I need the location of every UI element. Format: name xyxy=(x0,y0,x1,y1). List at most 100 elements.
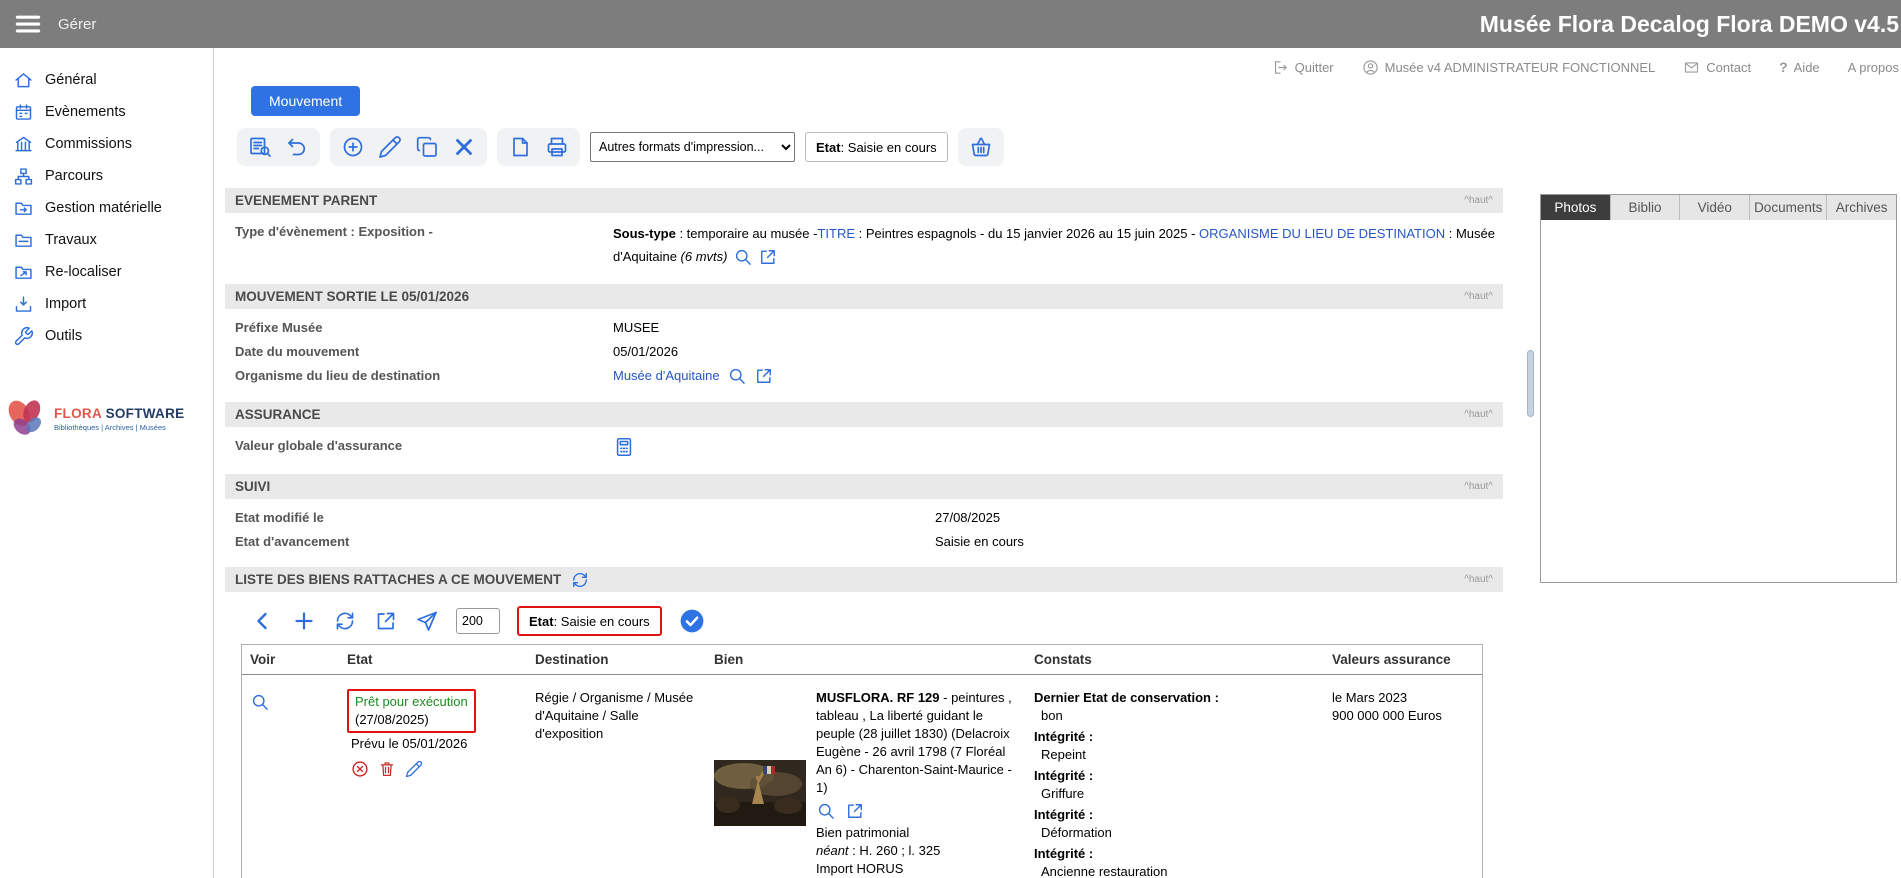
add-icon[interactable] xyxy=(341,135,365,159)
wrench-icon xyxy=(13,326,34,347)
sidebar-item-parcours[interactable]: Parcours xyxy=(0,160,213,192)
tab-video[interactable]: Vidéo xyxy=(1680,195,1750,220)
haut-link[interactable]: ^haut^ xyxy=(1464,409,1493,420)
col-header-voir: Voir xyxy=(242,652,339,667)
organisme-destination-link[interactable]: ORGANISME DU LIEU DE DESTINATION xyxy=(1199,226,1445,241)
folder-move-icon xyxy=(13,262,34,283)
etat-avancement-label: Etat d'avancement xyxy=(235,532,935,551)
open-record-icon[interactable] xyxy=(758,247,778,267)
menu-label[interactable]: Gérer xyxy=(58,16,96,33)
etat-filter-chip: Etat : Saisie en cours xyxy=(517,606,662,636)
sidebar-item-travaux[interactable]: Travaux xyxy=(0,224,213,256)
search-icon[interactable] xyxy=(816,801,836,821)
open-record-icon[interactable] xyxy=(845,801,865,821)
section-header-evenement-parent: EVENEMENT PARENT ^haut^ xyxy=(225,188,1503,213)
flora-logo-text: FLORA SOFTWARE xyxy=(54,406,184,421)
sidebar-item-outils[interactable]: Outils xyxy=(0,320,213,352)
table-row: Prêt pour exécution (27/08/2025) Prévu l… xyxy=(242,675,1482,878)
bien-cell: MUSFLORA. RF 129 - peintures , tableau ,… xyxy=(706,689,1026,878)
aide-link[interactable]: ? Aide xyxy=(1779,59,1820,75)
top-bar: Gérer Musée Flora Decalog Flora DEMO v4.… xyxy=(0,0,1901,48)
section-header-suivi: SUIVI ^haut^ xyxy=(225,474,1503,499)
refresh-icon[interactable] xyxy=(570,570,590,590)
contact-link[interactable]: Contact xyxy=(1683,59,1751,76)
menu-icon[interactable] xyxy=(13,9,43,39)
photos-panel: Photos Biblio Vidéo Documents Archives xyxy=(1540,194,1897,583)
send-icon[interactable] xyxy=(415,609,439,633)
list-toolbar: Etat : Saisie en cours xyxy=(251,606,1503,636)
open-record-icon[interactable] xyxy=(374,609,398,633)
tab-biblio[interactable]: Biblio xyxy=(1611,195,1681,220)
edit-icon[interactable] xyxy=(405,760,423,778)
type-evenement-label: Type d'évènement : Exposition - xyxy=(235,222,613,241)
trash-icon[interactable] xyxy=(378,760,396,778)
calculator-icon[interactable] xyxy=(613,436,635,458)
row-actions xyxy=(351,760,519,778)
prefixe-musee-label: Préfixe Musée xyxy=(235,318,613,337)
search-icon[interactable] xyxy=(727,366,747,386)
print-format-select[interactable]: Autres formats d'impression... xyxy=(590,132,795,162)
copy-icon[interactable] xyxy=(415,135,439,159)
undo-icon[interactable] xyxy=(285,135,309,159)
building-icon xyxy=(13,134,34,155)
tab-photos[interactable]: Photos xyxy=(1541,195,1611,220)
app-title: Musée Flora Decalog Flora DEMO v4.5 xyxy=(1480,11,1901,38)
section-suivi: SUIVI ^haut^ Etat modifié le 27/08/2025 … xyxy=(225,474,1503,559)
flora-logo-tagline: Bibliothèques | Archives | Musées xyxy=(54,423,184,432)
tab-documents[interactable]: Documents xyxy=(1750,195,1827,220)
sidebar-item-general[interactable]: Général xyxy=(0,64,213,96)
apropos-link[interactable]: A propos xyxy=(1848,60,1899,75)
destination-cell: Régie / Organisme / Musée d'Aquitaine / … xyxy=(527,689,706,743)
sidebar-item-gestion-materielle[interactable]: Gestion matérielle xyxy=(0,192,213,224)
delete-x-icon[interactable] xyxy=(452,135,476,159)
section-header-assurance: ASSURANCE ^haut^ xyxy=(225,402,1503,427)
plus-icon[interactable] xyxy=(292,609,316,633)
sidebar-item-relocaliser[interactable]: Re-localiser xyxy=(0,256,213,288)
count-input[interactable] xyxy=(456,608,500,634)
photos-panel-tabs: Photos Biblio Vidéo Documents Archives xyxy=(1541,195,1896,220)
haut-link[interactable]: ^haut^ xyxy=(1464,574,1493,585)
tab-archives[interactable]: Archives xyxy=(1827,195,1896,220)
haut-link[interactable]: ^haut^ xyxy=(1464,481,1493,492)
table-header-row: Voir Etat Destination Bien Constats Vale… xyxy=(242,645,1482,675)
folder-icon xyxy=(13,230,34,251)
etat-chip: Etat : Saisie en cours xyxy=(805,132,948,162)
col-header-etat: Etat xyxy=(339,652,527,667)
printer-icon[interactable] xyxy=(545,135,569,159)
check-circle-icon[interactable] xyxy=(679,608,705,634)
date-mouvement-value: 05/01/2026 xyxy=(613,342,678,361)
prevu-date: Prévu le 05/01/2026 xyxy=(351,735,519,753)
photos-panel-body xyxy=(1541,220,1896,582)
search-form-icon[interactable] xyxy=(248,135,272,159)
bien-dimensions: néant : H. 260 ; l. 325 xyxy=(816,842,1018,860)
search-icon[interactable] xyxy=(733,247,753,267)
date-mouvement-label: Date du mouvement xyxy=(235,342,613,361)
haut-link[interactable]: ^haut^ xyxy=(1464,291,1493,302)
user-account[interactable]: Musée v4 ADMINISTRATEUR FONCTIONNEL xyxy=(1362,59,1656,76)
panel-splitter[interactable] xyxy=(1527,350,1534,417)
haut-link[interactable]: ^haut^ xyxy=(1464,195,1493,206)
quitter-link[interactable]: Quitter xyxy=(1272,59,1334,76)
edit-icon[interactable] xyxy=(378,135,402,159)
tab-mouvement[interactable]: Mouvement xyxy=(251,86,360,116)
chevron-left-icon[interactable] xyxy=(251,609,275,633)
col-header-constats: Constats xyxy=(1026,652,1324,667)
main-toolbar: Autres formats d'impression... Etat : Sa… xyxy=(237,128,1515,166)
document-icon[interactable] xyxy=(508,135,532,159)
home-icon xyxy=(13,70,34,91)
titre-link[interactable]: TITRE xyxy=(817,226,855,241)
assurance-montant: 900 000 000 Euros xyxy=(1332,707,1474,725)
sidebar-item-evenements[interactable]: Evènements xyxy=(0,96,213,128)
artwork-thumbnail[interactable] xyxy=(714,760,806,826)
cancel-icon[interactable] xyxy=(351,760,369,778)
basket-button[interactable] xyxy=(958,128,1004,166)
musee-aquitaine-link[interactable]: Musée d'Aquitaine xyxy=(613,366,720,385)
sidebar-item-import[interactable]: Import xyxy=(0,288,213,320)
mail-icon xyxy=(1683,59,1700,76)
sidebar-item-commissions[interactable]: Commissions xyxy=(0,128,213,160)
open-record-icon[interactable] xyxy=(754,366,774,386)
view-icon[interactable] xyxy=(250,692,270,712)
bien-description: MUSFLORA. RF 129 - peintures , tableau ,… xyxy=(816,689,1018,878)
valeurs-assurance-cell: le Mars 2023 900 000 000 Euros xyxy=(1324,689,1482,725)
recycle-icon[interactable] xyxy=(333,609,357,633)
